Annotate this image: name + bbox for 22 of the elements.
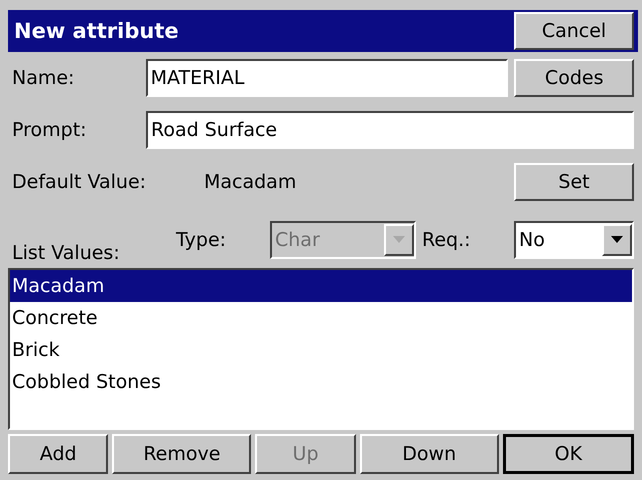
set-button[interactable]: Set — [514, 163, 634, 201]
window-title: New attribute — [13, 19, 179, 43]
type-label: Type: — [176, 229, 228, 251]
name-label: Name: — [11, 67, 76, 89]
required-label: Req.: — [422, 229, 472, 251]
action-button[interactable]: Remove — [112, 434, 252, 474]
list-values-label: List Values: — [11, 242, 121, 266]
list-item[interactable]: Concrete — [10, 302, 632, 334]
list-item[interactable]: Macadam — [10, 270, 632, 302]
prompt-label: Prompt: — [11, 119, 88, 141]
codes-button[interactable]: Codes — [514, 59, 634, 97]
action-button[interactable]: Add — [8, 434, 108, 474]
list-item[interactable]: Brick — [10, 334, 632, 366]
name-field[interactable]: MATERIAL — [146, 59, 508, 97]
action-button[interactable]: Down — [360, 434, 499, 474]
required-dropdown[interactable]: No — [514, 221, 634, 259]
action-button[interactable]: OK — [502, 434, 634, 474]
prompt-field[interactable]: Road Surface — [146, 111, 634, 149]
default-value-label: Default Value: — [11, 171, 148, 193]
list-item[interactable]: Cobbled Stones — [10, 366, 632, 398]
cancel-button[interactable]: Cancel — [514, 12, 634, 50]
default-value-text: Macadam — [204, 171, 298, 193]
